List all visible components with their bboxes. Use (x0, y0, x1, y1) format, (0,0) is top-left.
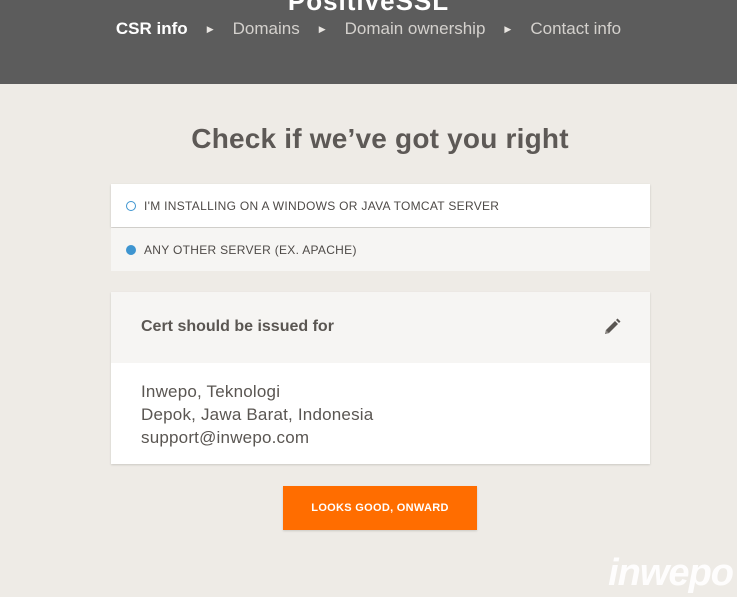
server-option-other[interactable]: ANY OTHER SERVER (EX. APACHE) (111, 228, 650, 271)
email-line: support@inwepo.com (141, 428, 310, 447)
org-line: Inwepo, Teknologi (141, 382, 281, 401)
step-separator-icon: ▶ (206, 23, 214, 34)
step-separator-icon: ▶ (318, 23, 326, 34)
server-option-label: ANY OTHER SERVER (EX. APACHE) (144, 242, 357, 257)
top-header: PositiveSSL CSR info ▶ Domains ▶ Domain … (0, 0, 737, 84)
card-title: Cert should be issued for (141, 318, 334, 335)
radio-button[interactable] (126, 200, 136, 211)
radio-button-selected[interactable] (126, 244, 136, 255)
location-line: Depok, Jawa Barat, Indonesia (141, 405, 374, 424)
page-title: Check if we’ve got you right (191, 123, 569, 154)
cert-details: Inwepo, Teknologi Depok, Jawa Barat, Ind… (111, 363, 650, 466)
watermark-logo: inwepo (608, 552, 734, 594)
server-option-windows-tomcat[interactable]: I'M INSTALLING ON A WINDOWS OR JAVA TOMC… (111, 184, 650, 227)
looks-good-onward-button[interactable]: LOOKS GOOD, ONWARD (283, 486, 477, 530)
brand-title: PositiveSSL (287, 0, 450, 16)
step-domains[interactable]: Domains (233, 19, 300, 39)
step-breadcrumb: CSR info ▶ Domains ▶ Domain ownership ▶ … (0, 19, 737, 39)
step-domain-ownership[interactable]: Domain ownership (345, 19, 486, 39)
card-header: Cert should be issued for (111, 292, 650, 363)
cert-details-card: Cert should be issued for Inwepo, Teknol… (111, 292, 650, 464)
step-csr-info[interactable]: CSR info (116, 19, 188, 39)
pencil-icon[interactable] (603, 318, 621, 336)
step-contact-info[interactable]: Contact info (530, 19, 621, 39)
server-option-label: I'M INSTALLING ON A WINDOWS OR JAVA TOMC… (144, 198, 500, 213)
step-separator-icon: ▶ (504, 23, 512, 34)
